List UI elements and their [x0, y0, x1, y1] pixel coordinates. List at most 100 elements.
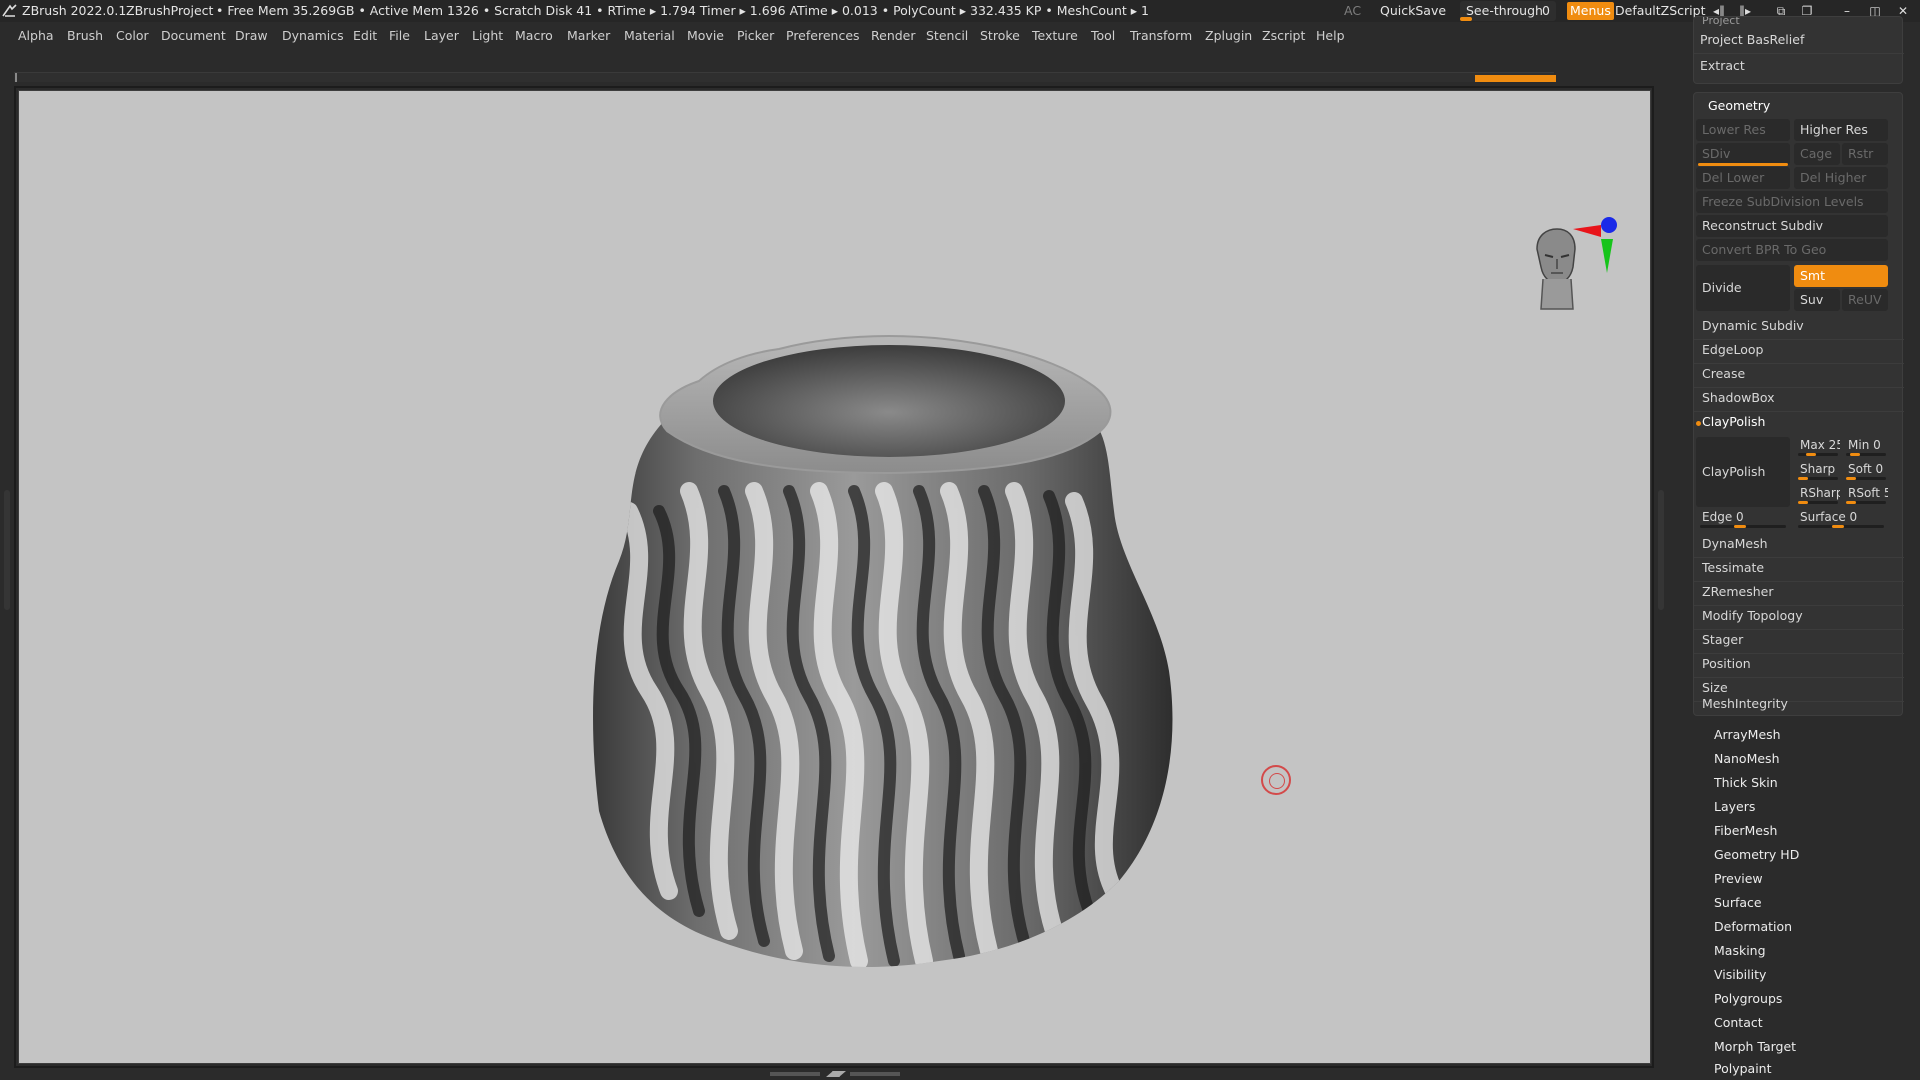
- menu-document[interactable]: Document: [161, 28, 226, 43]
- menu-material[interactable]: Material: [624, 28, 675, 43]
- menu-light[interactable]: Light: [472, 28, 503, 43]
- menu-draw[interactable]: Draw: [235, 28, 268, 43]
- claypolish-header[interactable]: ClayPolish: [1696, 411, 1888, 433]
- right-tray-handle[interactable]: [1658, 490, 1664, 610]
- soft-slider[interactable]: Soft 0: [1842, 459, 1888, 479]
- smt-toggle[interactable]: Smt: [1794, 265, 1888, 287]
- contact-subpalette[interactable]: Contact: [1708, 1012, 1908, 1034]
- crease-button[interactable]: Crease: [1696, 363, 1888, 385]
- ac-button[interactable]: AC: [1344, 3, 1361, 18]
- rstr-button[interactable]: Rstr: [1842, 143, 1888, 165]
- tessimate-subpalette[interactable]: Tessimate: [1696, 557, 1888, 579]
- left-tray-handle[interactable]: [4, 490, 10, 610]
- tool-top-box: Project Project BasRelief Extract: [1693, 16, 1904, 84]
- menu-file[interactable]: File: [389, 28, 410, 43]
- menu-macro[interactable]: Macro: [515, 28, 553, 43]
- dynamic-subdiv-button[interactable]: Dynamic Subdiv: [1696, 315, 1888, 337]
- max-track: [1798, 453, 1838, 456]
- menu-help[interactable]: Help: [1316, 28, 1345, 43]
- claypolish-button[interactable]: ClayPolish: [1696, 437, 1790, 507]
- document-canvas[interactable]: [18, 90, 1651, 1064]
- stager-subpalette[interactable]: Stager: [1696, 629, 1888, 651]
- masking-subpalette[interactable]: Masking: [1708, 940, 1908, 962]
- geometry-hd-subpalette[interactable]: Geometry HD: [1708, 844, 1908, 866]
- see-through-slider[interactable]: See-through 0: [1460, 1, 1556, 21]
- menu-tool[interactable]: Tool: [1091, 28, 1115, 43]
- default-zscript-button[interactable]: DefaultZScript: [1615, 3, 1706, 18]
- fibermesh-subpalette[interactable]: FiberMesh: [1708, 820, 1908, 842]
- menu-preferences[interactable]: Preferences: [786, 28, 860, 43]
- menu-alpha[interactable]: Alpha: [18, 28, 54, 43]
- deformation-subpalette[interactable]: Deformation: [1708, 916, 1908, 938]
- del-lower-button[interactable]: Del Lower: [1696, 167, 1790, 189]
- layers-subpalette[interactable]: Layers: [1708, 796, 1908, 818]
- navigation-gizmo[interactable]: [1513, 205, 1633, 345]
- freeze-subdivision-button[interactable]: Freeze SubDivision Levels: [1696, 191, 1888, 213]
- suv-toggle[interactable]: Suv: [1794, 289, 1840, 311]
- thick-skin-subpalette[interactable]: Thick Skin: [1708, 772, 1908, 794]
- dynamesh-subpalette[interactable]: DynaMesh: [1696, 533, 1888, 555]
- min-slider[interactable]: Min 0: [1842, 435, 1888, 455]
- project-button[interactable]: Project: [1696, 17, 1896, 29]
- menu-marker[interactable]: Marker: [567, 28, 610, 43]
- surface-level: [1832, 525, 1844, 528]
- quicksave-button[interactable]: QuickSave: [1380, 3, 1446, 18]
- menu-transform[interactable]: Transform: [1130, 28, 1192, 43]
- sharp-slider[interactable]: Sharp: [1794, 459, 1840, 479]
- menu-edit[interactable]: Edit: [353, 28, 377, 43]
- geometry-header[interactable]: Geometry: [1702, 95, 1892, 117]
- extract-button[interactable]: Extract: [1694, 55, 1902, 77]
- edge-slider[interactable]: Edge 0: [1696, 507, 1790, 527]
- menu-brush[interactable]: Brush: [67, 28, 103, 43]
- nanomesh-subpalette[interactable]: NanoMesh: [1708, 748, 1908, 770]
- gizmo-head-icon: [1536, 228, 1576, 310]
- divide-button[interactable]: Divide: [1696, 265, 1790, 311]
- arraymesh-subpalette[interactable]: ArrayMesh: [1708, 724, 1908, 746]
- menu-zplugin[interactable]: Zplugin: [1205, 28, 1252, 43]
- menu-dynamics[interactable]: Dynamics: [282, 28, 344, 43]
- max-slider[interactable]: Max 25: [1794, 435, 1840, 455]
- convert-bpr-button[interactable]: Convert BPR To Geo: [1696, 239, 1888, 261]
- shadowbox-button[interactable]: ShadowBox: [1696, 387, 1888, 409]
- max-level: [1806, 453, 1816, 456]
- menu-stencil[interactable]: Stencil: [926, 28, 968, 43]
- sdiv-slider[interactable]: SDiv: [1696, 143, 1790, 165]
- del-higher-button[interactable]: Del Higher: [1794, 167, 1888, 189]
- vase-model[interactable]: [19, 91, 1651, 1064]
- edgeloop-button[interactable]: EdgeLoop: [1696, 339, 1888, 361]
- gizmo-z-axis-icon[interactable]: [1601, 217, 1617, 233]
- app-version: ZBrush 2022.0.1: [22, 3, 127, 18]
- menu-texture[interactable]: Texture: [1032, 28, 1078, 43]
- surface-slider[interactable]: Surface 0: [1794, 507, 1888, 527]
- visibility-subpalette[interactable]: Visibility: [1708, 964, 1908, 986]
- reconstruct-subdiv-button[interactable]: Reconstruct Subdiv: [1696, 215, 1888, 237]
- reuv-toggle[interactable]: ReUV: [1842, 289, 1888, 311]
- project-basrelief-button[interactable]: Project BasRelief: [1694, 29, 1902, 51]
- rsharp-slider[interactable]: RSharp: [1794, 483, 1840, 503]
- rsoft-slider[interactable]: RSoft 5: [1842, 483, 1888, 503]
- modify-topology-subpalette[interactable]: Modify Topology: [1696, 605, 1888, 627]
- cage-button[interactable]: Cage: [1794, 143, 1840, 165]
- menu-movie[interactable]: Movie: [687, 28, 724, 43]
- gizmo-x-axis-icon[interactable]: [1573, 225, 1601, 237]
- morph-target-subpalette[interactable]: Morph Target: [1708, 1036, 1908, 1058]
- menu-render[interactable]: Render: [871, 28, 916, 43]
- gizmo-y-axis-icon[interactable]: [1601, 239, 1613, 273]
- zremesher-subpalette[interactable]: ZRemesher: [1696, 581, 1888, 603]
- higher-res-button[interactable]: Higher Res: [1794, 119, 1888, 141]
- menu-zscript[interactable]: Zscript: [1262, 28, 1305, 43]
- menus-toggle-button[interactable]: Menus: [1567, 2, 1614, 20]
- bottom-tray-handle[interactable]: [770, 1070, 900, 1078]
- polypaint-subpalette[interactable]: Polypaint: [1708, 1058, 1908, 1080]
- lower-res-button[interactable]: Lower Res: [1696, 119, 1790, 141]
- position-subpalette[interactable]: Position: [1696, 653, 1888, 675]
- menu-layer[interactable]: Layer: [424, 28, 459, 43]
- divider: [1694, 53, 1904, 54]
- menu-color[interactable]: Color: [116, 28, 149, 43]
- surface-subpalette[interactable]: Surface: [1708, 892, 1908, 914]
- preview-subpalette[interactable]: Preview: [1708, 868, 1908, 890]
- polygroups-subpalette[interactable]: Polygroups: [1708, 988, 1908, 1010]
- meshintegrity-subpalette[interactable]: MeshIntegrity: [1696, 693, 1888, 715]
- menu-picker[interactable]: Picker: [737, 28, 774, 43]
- menu-stroke[interactable]: Stroke: [980, 28, 1020, 43]
